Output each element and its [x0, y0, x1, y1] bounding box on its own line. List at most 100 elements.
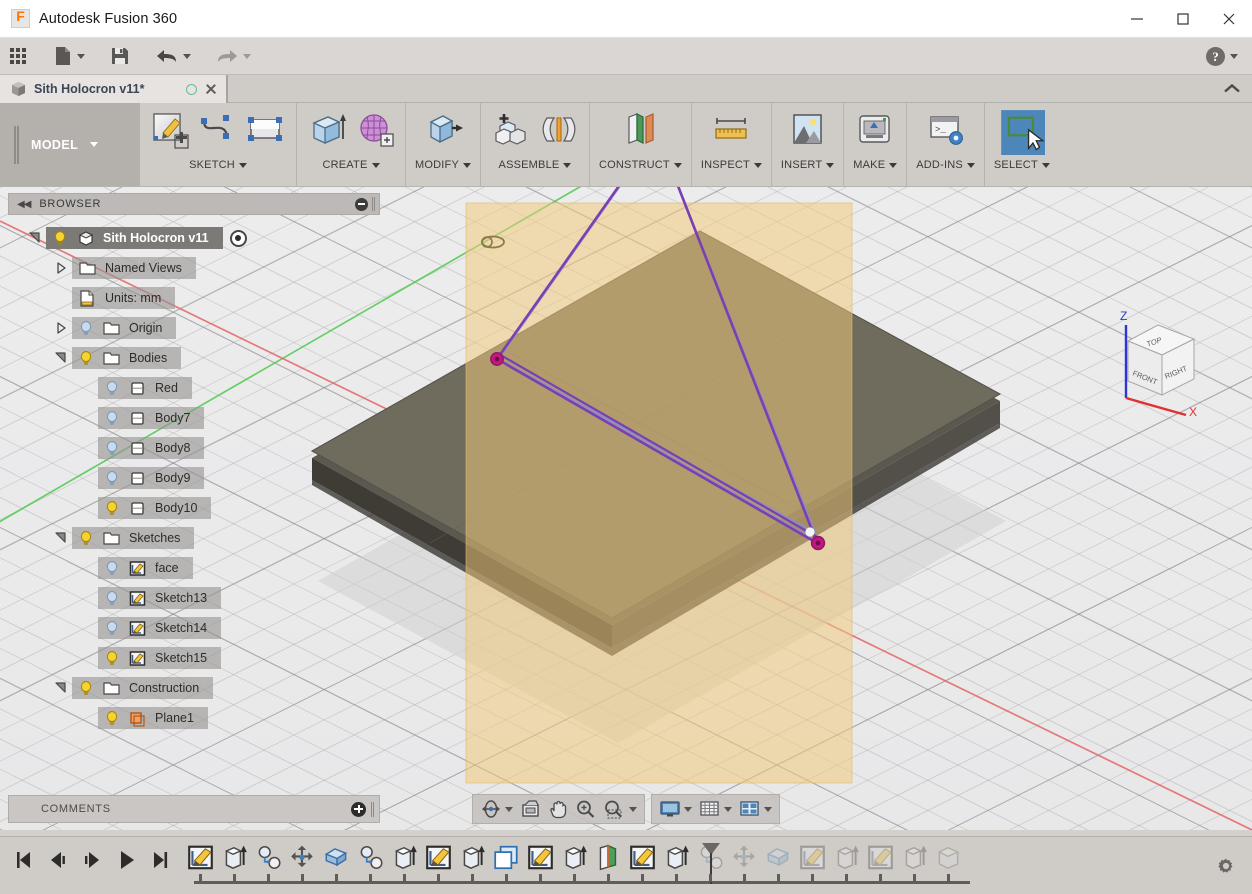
timeline-feature-sketch[interactable] [798, 843, 827, 873]
tree-expander[interactable] [24, 223, 46, 253]
lightbulb-off-icon[interactable] [78, 320, 94, 337]
timeline-feature-copy[interactable] [492, 843, 521, 873]
help-menu[interactable]: ? [1206, 38, 1238, 75]
lightbulb-off-icon[interactable] [104, 470, 120, 487]
timeline-feature-extrude[interactable] [220, 843, 249, 873]
timeline-feature-shell[interactable] [322, 843, 351, 873]
document-tab[interactable]: Sith Holocron v11* [0, 75, 228, 103]
tree-item[interactable]: Body10 [98, 497, 212, 519]
tree-row[interactable]: Red [8, 373, 380, 403]
zoom-button[interactable] [573, 799, 598, 819]
expander-collapsed-icon[interactable] [54, 261, 68, 275]
timeline-feature-plane[interactable] [594, 843, 623, 873]
timeline-feature-extrude[interactable] [560, 843, 589, 873]
tree-item[interactable]: Body7 [98, 407, 205, 429]
tree-item[interactable]: Sketch13 [98, 587, 222, 609]
fit-button[interactable] [601, 799, 639, 819]
tree-row[interactable]: Named Views [8, 253, 380, 283]
tree-row[interactable]: Sith Holocron v11 [8, 223, 380, 253]
tree-expander[interactable] [50, 523, 72, 553]
scripts-addins-icon[interactable]: >_ [925, 109, 967, 151]
tree-item[interactable]: Body9 [98, 467, 205, 489]
timeline-feature-sketch[interactable] [628, 843, 657, 873]
timeline-step-forward[interactable] [76, 845, 108, 875]
tree-row[interactable]: Bodies [8, 343, 380, 373]
lightbulb-on-icon[interactable] [78, 680, 94, 697]
lightbulb-off-icon[interactable] [104, 410, 120, 427]
tree-item[interactable]: Units: mm [72, 287, 176, 309]
tree-row[interactable]: Plane1 [8, 703, 380, 733]
minus-circle-icon[interactable] [355, 197, 368, 211]
tree-row[interactable]: Body9 [8, 463, 380, 493]
tree-item[interactable]: Red [98, 377, 192, 399]
tree-row[interactable]: Units: mm [8, 283, 380, 313]
panel-grip[interactable] [371, 801, 374, 817]
tree-expander[interactable] [50, 673, 72, 703]
close-icon[interactable] [204, 82, 218, 96]
lightbulb-off-icon[interactable] [104, 590, 120, 607]
pan-button[interactable] [546, 799, 570, 819]
tree-row[interactable]: Sketch15 [8, 643, 380, 673]
expander-expanded-icon[interactable] [54, 351, 68, 365]
timeline-go-end[interactable] [144, 845, 176, 875]
minimize-button[interactable] [1114, 0, 1160, 38]
timeline-feature-appearance[interactable] [356, 843, 385, 873]
lightbulb-on-icon[interactable] [78, 350, 94, 367]
comments-panel[interactable]: COMMENTS [8, 795, 380, 823]
timeline-feature-extrude[interactable] [390, 843, 419, 873]
offset-plane-icon[interactable] [619, 109, 661, 151]
workspace-switcher[interactable]: MODEL [0, 103, 140, 186]
new-file-button[interactable] [46, 38, 92, 75]
double-left-arrow-icon[interactable]: ◀◀ [17, 199, 31, 210]
timeline-feature-extrude[interactable] [458, 843, 487, 873]
close-button[interactable] [1206, 0, 1252, 38]
measure-ruler-icon[interactable] [710, 109, 752, 151]
timeline-settings-button[interactable] [1200, 837, 1252, 894]
tree-item[interactable]: Sketch14 [98, 617, 222, 639]
timeline-feature-body[interactable] [934, 843, 963, 873]
panel-grip[interactable] [372, 197, 375, 211]
look-at-button[interactable] [518, 799, 543, 819]
plus-circle-icon[interactable] [351, 801, 366, 817]
lightbulb-on-icon[interactable] [104, 650, 120, 667]
tree-row[interactable]: Sketches [8, 523, 380, 553]
tree-item[interactable]: Construction [72, 677, 214, 699]
tree-item[interactable]: Named Views [72, 257, 196, 279]
create-form-icon[interactable] [354, 109, 396, 151]
insert-image-icon[interactable] [787, 109, 829, 151]
expander-expanded-icon[interactable] [28, 231, 42, 245]
lightbulb-off-icon[interactable] [104, 440, 120, 457]
display-settings-button[interactable] [657, 799, 694, 819]
timeline-feature-move[interactable] [288, 843, 317, 873]
timeline-feature-sketch[interactable] [866, 843, 895, 873]
timeline-feature-sketch[interactable] [526, 843, 555, 873]
select-cursor-icon[interactable] [999, 109, 1045, 155]
undo-button[interactable] [148, 38, 198, 75]
maximize-button[interactable] [1160, 0, 1206, 38]
tree-row[interactable]: face [8, 553, 380, 583]
timeline-step-back[interactable] [42, 845, 74, 875]
timeline-play[interactable] [110, 845, 142, 875]
lightbulb-on-icon[interactable] [104, 710, 120, 727]
tree-item[interactable]: Plane1 [98, 707, 208, 729]
tree-item[interactable]: face [98, 557, 193, 579]
grid-snaps-button[interactable] [697, 799, 734, 819]
press-pull-icon[interactable] [422, 109, 464, 151]
tree-row[interactable]: Body8 [8, 433, 380, 463]
lightbulb-on-icon[interactable] [104, 500, 120, 517]
timeline-feature-appearance[interactable] [254, 843, 283, 873]
expander-expanded-icon[interactable] [54, 681, 68, 695]
tree-row[interactable]: Construction [8, 673, 380, 703]
rectangle-icon[interactable] [245, 109, 287, 151]
expander-collapsed-icon[interactable] [54, 321, 68, 335]
extrude-icon[interactable] [306, 109, 348, 151]
tree-row[interactable]: Sketch14 [8, 613, 380, 643]
lightbulb-off-icon[interactable] [104, 380, 120, 397]
lightbulb-on-icon[interactable] [52, 230, 68, 247]
tree-item[interactable]: Sketches [72, 527, 195, 549]
orbit-button[interactable] [478, 799, 515, 819]
lightbulb-off-icon[interactable] [104, 620, 120, 637]
create-sketch-icon[interactable] [149, 109, 191, 151]
lightbulb-off-icon[interactable] [104, 560, 120, 577]
tree-item[interactable]: Sketch15 [98, 647, 222, 669]
